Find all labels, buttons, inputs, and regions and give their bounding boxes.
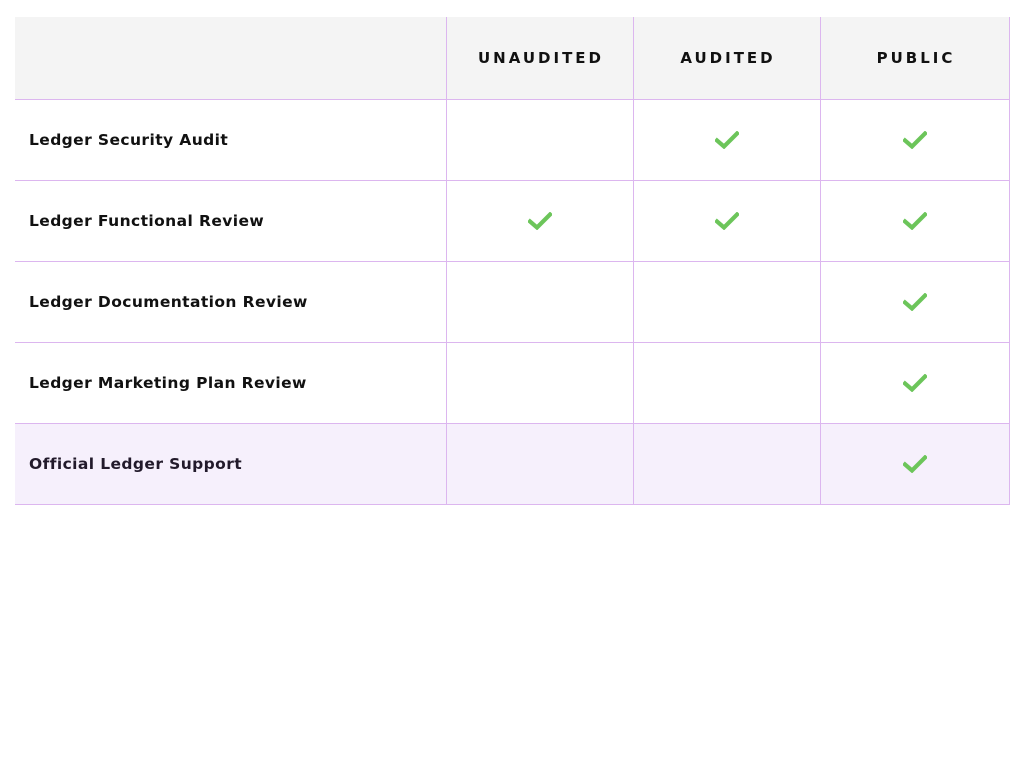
row-label: Official Ledger Support [15, 423, 446, 505]
check-cell [632, 423, 820, 505]
table-row-highlighted: Official Ledger Support [15, 423, 1010, 505]
row-label: Ledger Functional Review [15, 180, 446, 262]
check-cell [445, 342, 633, 424]
checkmark-icon [714, 131, 739, 150]
checkmark-icon [902, 374, 927, 393]
check-cell [819, 180, 1010, 262]
checkmark-icon [902, 455, 927, 474]
checkmark-icon [902, 131, 927, 150]
row-label: Ledger Marketing Plan Review [15, 342, 446, 424]
check-cell [632, 99, 820, 181]
header-cell-audited: AUDITED [632, 17, 820, 100]
check-cell [632, 180, 820, 262]
comparison-table: UNAUDITED AUDITED PUBLIC Ledger Security… [15, 17, 1010, 505]
table-row: Ledger Security Audit [15, 99, 1010, 181]
check-cell [445, 261, 633, 343]
table-row: Ledger Documentation Review [15, 261, 1010, 343]
check-cell [632, 261, 820, 343]
table-body: Ledger Security Audit Ledger Functional … [15, 99, 1010, 505]
check-cell [819, 261, 1010, 343]
table-header: UNAUDITED AUDITED PUBLIC [15, 17, 1010, 100]
check-cell [819, 423, 1010, 505]
check-cell [445, 180, 633, 262]
checkmark-icon [902, 293, 927, 312]
row-label: Ledger Security Audit [15, 99, 446, 181]
table-row: Ledger Marketing Plan Review [15, 342, 1010, 424]
check-cell [632, 342, 820, 424]
header-cell-public: PUBLIC [819, 17, 1010, 100]
check-cell [445, 99, 633, 181]
checkmark-icon [714, 212, 739, 231]
row-label: Ledger Documentation Review [15, 261, 446, 343]
table-row: Ledger Functional Review [15, 180, 1010, 262]
check-cell [819, 99, 1010, 181]
header-cell-empty [15, 17, 446, 100]
comparison-table-container: UNAUDITED AUDITED PUBLIC Ledger Security… [15, 17, 1010, 505]
checkmark-icon [902, 212, 927, 231]
check-cell [819, 342, 1010, 424]
check-cell [445, 423, 633, 505]
header-row: UNAUDITED AUDITED PUBLIC [15, 17, 1010, 100]
header-cell-unaudited: UNAUDITED [445, 17, 633, 100]
checkmark-icon [527, 212, 552, 231]
